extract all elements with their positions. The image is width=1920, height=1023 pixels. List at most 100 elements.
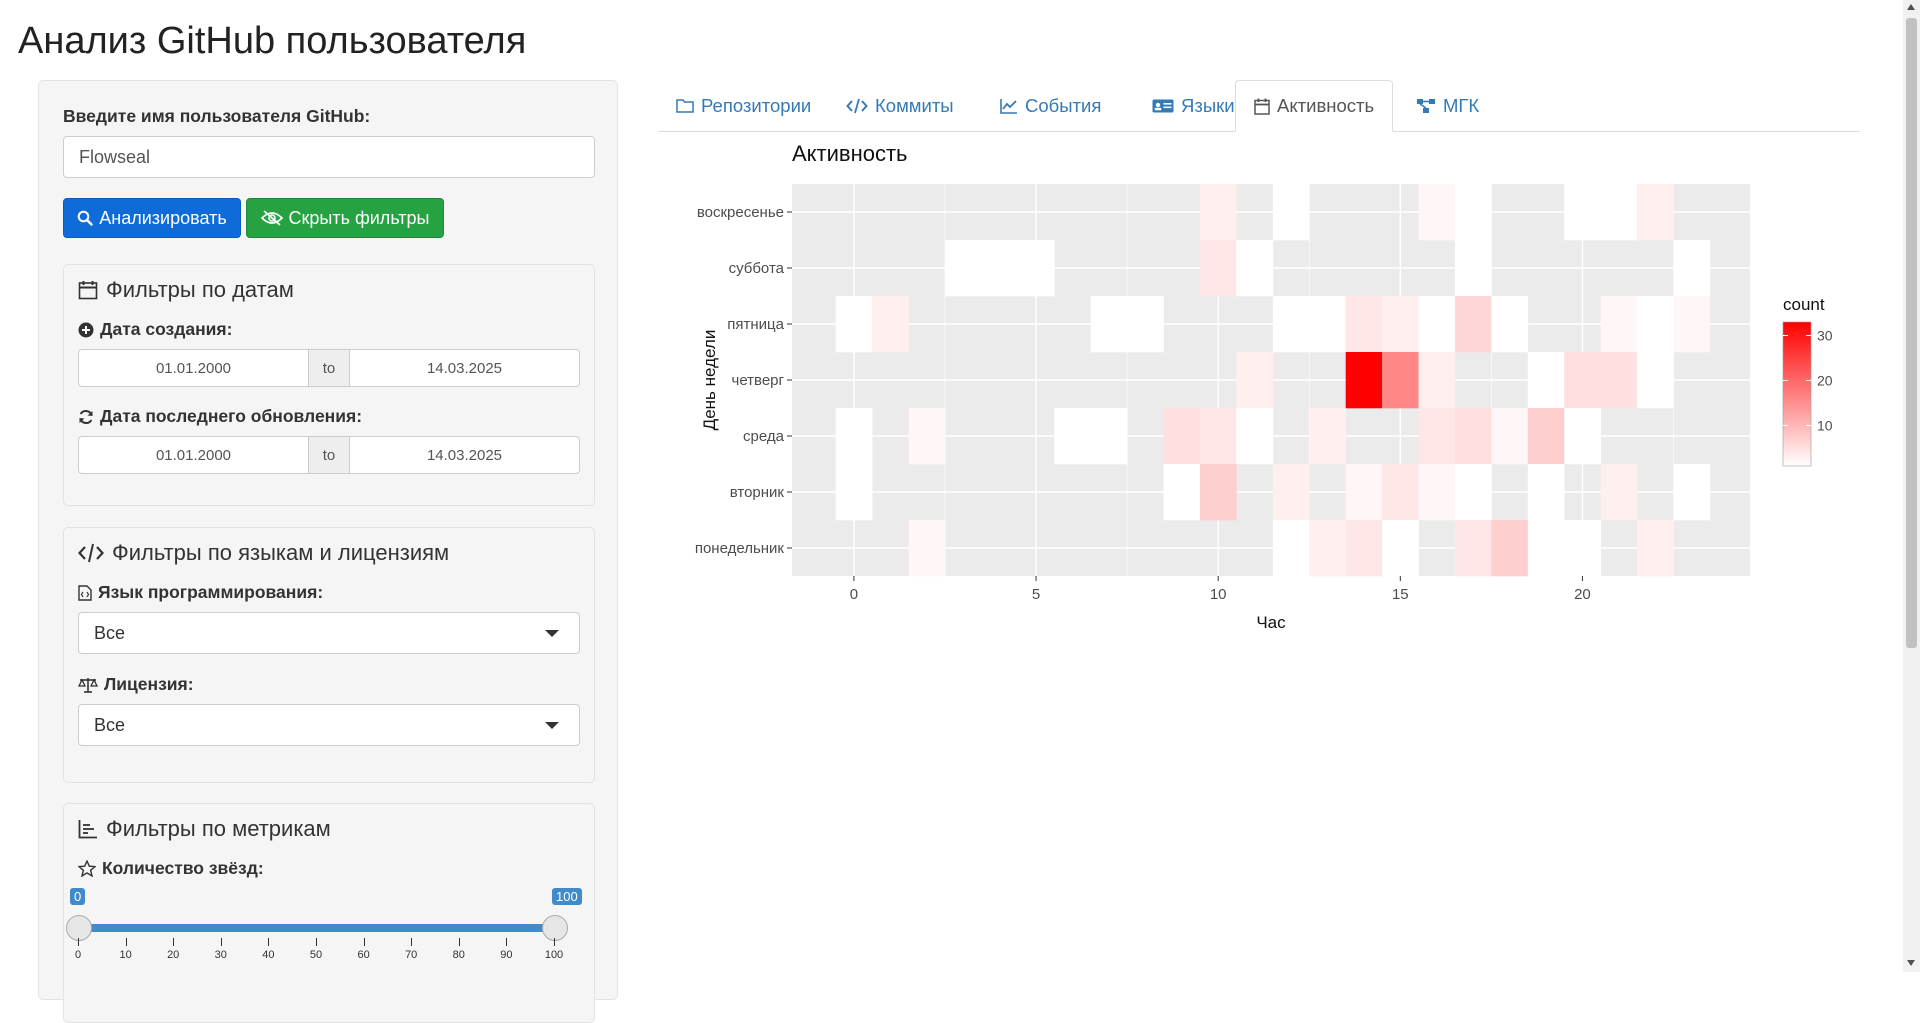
date-filters-title: Фильтры по датам	[78, 277, 294, 303]
heatmap-cell	[1564, 520, 1601, 577]
slider-tick	[411, 938, 413, 946]
analyze-button-label: Анализировать	[99, 207, 227, 228]
heatmap-cell	[1637, 520, 1674, 577]
x-axis-tick-label: 5	[1032, 586, 1040, 603]
heatmap-cell	[1418, 464, 1456, 521]
hide-filters-button[interactable]: Скрыть фильтры	[246, 198, 444, 238]
metric-filters-panel: Фильтры по метрикам Количество звёзд: 0 …	[63, 803, 595, 1023]
created-date-to[interactable]: 14.03.2025	[350, 350, 579, 386]
file-code-icon	[78, 584, 92, 601]
stars-slider-max-handle[interactable]	[542, 915, 568, 941]
heatmap-cell	[1564, 408, 1601, 465]
tab-repositories[interactable]: Репозитории	[658, 80, 829, 131]
heatmap-cell	[1017, 240, 1055, 297]
heatmap-cell	[1454, 408, 1492, 465]
sitemap-icon	[1417, 98, 1435, 113]
heatmap-cell	[1309, 408, 1346, 465]
language-label-text: Язык программирования:	[98, 582, 324, 602]
stars-slider-min-handle[interactable]	[66, 915, 92, 941]
heatmap-cell	[1309, 520, 1346, 577]
tab-pca[interactable]: МГК	[1398, 80, 1497, 131]
heatmap-cell	[1600, 296, 1638, 353]
legend-tick-label: 20	[1817, 373, 1833, 389]
heatmap-cell	[1054, 408, 1091, 465]
y-axis-title: День недели	[700, 330, 719, 431]
heatmap-cell	[1418, 184, 1456, 241]
legend-title: count	[1783, 295, 1825, 314]
heatmap-cell	[1527, 352, 1565, 409]
heatmap-cell	[1454, 240, 1492, 297]
heatmap-cell	[944, 240, 982, 297]
heatmap-cell	[1673, 240, 1711, 297]
updated-date-from[interactable]: 01.01.2000	[79, 437, 308, 473]
tab-activity[interactable]: Активность	[1235, 80, 1394, 132]
tab-commits[interactable]: Коммиты	[828, 80, 972, 131]
heatmap-cell	[1382, 520, 1419, 577]
heatmap-cell	[1637, 184, 1674, 241]
tab-label: Активность	[1277, 95, 1375, 116]
heatmap-cell	[1127, 296, 1164, 353]
tab-label: Репозитории	[701, 94, 812, 116]
updated-date-range: 01.01.2000 to 14.03.2025	[78, 436, 580, 474]
page-title: Анализ GitHub пользователя	[18, 20, 527, 62]
tab-bar: Репозитории Коммиты События Языки Активн…	[658, 80, 1860, 132]
heatmap-cell	[1600, 184, 1638, 241]
heatmap-cell	[1637, 352, 1674, 409]
heatmap-cell	[1418, 352, 1456, 409]
scrollbar-thumb[interactable]	[1906, 18, 1917, 648]
heatmap-cell	[1491, 408, 1529, 465]
heatmap-cell	[1272, 184, 1310, 241]
vertical-scrollbar[interactable]	[1903, 0, 1920, 972]
updated-date-to[interactable]: 14.03.2025	[350, 437, 579, 473]
heatmap-cell	[1454, 184, 1492, 241]
heatmap-cell	[1199, 464, 1237, 521]
slider-tick	[78, 938, 79, 946]
heatmap-cell	[1199, 408, 1237, 465]
tab-events[interactable]: События	[982, 80, 1119, 131]
x-axis-tick-label: 10	[1210, 586, 1227, 603]
heatmap-cell	[1272, 464, 1310, 521]
heatmap-cell	[1454, 520, 1492, 577]
id-card-icon	[1152, 99, 1174, 112]
slider-tick-label: 40	[262, 949, 275, 961]
metric-filters-title-text: Фильтры по метрикам	[106, 816, 331, 841]
username-input[interactable]	[63, 136, 595, 178]
heatmap-cell	[835, 464, 873, 521]
license-label-text: Лицензия:	[104, 674, 194, 694]
language-label: Язык программирования:	[78, 582, 323, 603]
slider-tick-label: 0	[74, 949, 82, 961]
plus-circle-icon	[78, 322, 94, 337]
slider-tick	[125, 938, 127, 946]
analyze-button[interactable]: Анализировать	[63, 198, 241, 238]
code-icon	[846, 98, 868, 113]
scroll-down-arrow-icon[interactable]	[1907, 960, 1915, 966]
x-axis-tick-label: 0	[850, 586, 858, 603]
heatmap-cell	[1236, 352, 1274, 409]
slider-tick-label: 60	[357, 949, 370, 961]
chevron-down-icon	[545, 630, 559, 637]
slider-tick-label: 100	[544, 949, 564, 961]
x-axis-tick-label: 20	[1574, 586, 1591, 603]
heatmap-cell	[1564, 352, 1601, 409]
heatmap-cell	[835, 296, 873, 353]
line-chart-icon	[1000, 98, 1017, 114]
slider-tick-label: 20	[167, 949, 180, 961]
scroll-up-arrow-icon[interactable]	[1907, 4, 1915, 10]
slider-tick	[220, 938, 222, 946]
created-date-label: Дата создания:	[78, 319, 232, 340]
heatmap-cell	[1309, 296, 1346, 353]
heatmap-cell	[1564, 184, 1601, 241]
slider-tick	[506, 938, 508, 946]
username-label: Введите имя пользователя GitHub:	[63, 106, 371, 126]
license-label: Лицензия:	[78, 674, 194, 695]
heatmap-cell	[981, 240, 1019, 297]
refresh-icon	[79, 409, 93, 424]
y-axis-tick-label: воскресенье	[697, 204, 784, 221]
heatmap-cell	[1527, 464, 1565, 521]
stars-slider-track[interactable]	[78, 924, 554, 932]
y-axis-tick-label: четверг	[732, 372, 785, 389]
stars-label: Количество звёзд:	[78, 858, 264, 879]
license-select[interactable]: Все	[78, 704, 580, 746]
language-select[interactable]: Все	[78, 612, 580, 654]
created-date-from[interactable]: 01.01.2000	[79, 350, 308, 386]
